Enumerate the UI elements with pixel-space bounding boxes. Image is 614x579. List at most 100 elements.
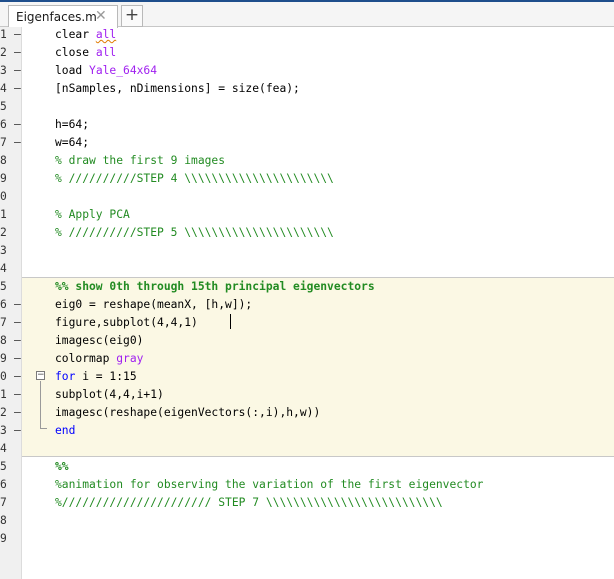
code-token: all [95, 28, 117, 41]
code-text: %% [55, 458, 69, 476]
code-line[interactable]: 4 [0, 440, 614, 458]
code-text: figure,subplot(4,4,1) [55, 314, 198, 332]
code-line[interactable]: 3– end [0, 422, 614, 440]
code-text: close all [55, 44, 116, 62]
fold-guide-line [40, 381, 41, 428]
code-line[interactable]: 7– figure,subplot(4,4,1) [0, 314, 614, 332]
line-number: 5 [0, 460, 7, 473]
line-number: 7 [0, 496, 7, 509]
code-text: end [55, 422, 75, 440]
fold-toggle-icon[interactable]: − [36, 371, 45, 380]
code-line[interactable]: 4 [0, 260, 614, 278]
code-text: clear all [55, 26, 116, 44]
text-cursor [230, 314, 231, 329]
breakpoint-marker[interactable]: – [14, 44, 22, 62]
line-number: 3 [0, 244, 7, 257]
code-line[interactable]: 1– subplot(4,4,i+1) [0, 386, 614, 404]
line-number: 0 [0, 370, 7, 383]
line-number: 3 [0, 424, 7, 437]
new-tab-button[interactable]: + [121, 5, 143, 27]
code-text: [nSamples, nDimensions] = size(fea); [55, 80, 300, 98]
code-text: %% show 0th through 15th principal eigen… [55, 278, 375, 296]
code-line[interactable]: 8– imagesc(eig0) [0, 332, 614, 350]
code-text: colormap gray [55, 350, 143, 368]
code-token: gray [116, 352, 144, 365]
code-token: i = 1:15 [75, 370, 137, 383]
code-line[interactable]: 5 %% show 0th through 15th principal eige… [0, 278, 614, 296]
code-token: load [55, 64, 90, 77]
code-text: % draw the first 9 images [55, 152, 225, 170]
code-line[interactable]: 7– w=64; [0, 134, 614, 152]
line-number: 4 [0, 82, 7, 95]
tab-eigenfaces[interactable]: Eigenfaces.m ✕ [8, 5, 118, 28]
line-number: 3 [0, 64, 7, 77]
code-text: h=64; [55, 116, 89, 134]
code-line[interactable]: 6 %animation for observing the variation … [0, 476, 614, 494]
line-number: 6 [0, 478, 7, 491]
line-number: 5 [0, 280, 7, 293]
breakpoint-marker[interactable]: – [14, 332, 22, 350]
code-token: [nSamples, nDimensions] = size(fea); [55, 82, 300, 95]
code-line[interactable]: 7 %////////////////////// STEP 7 \\\\\\\\… [0, 494, 614, 512]
breakpoint-marker[interactable]: – [14, 368, 22, 386]
code-token: for [55, 370, 76, 383]
line-number: 7 [0, 316, 7, 329]
code-line[interactable]: 9 [0, 530, 614, 548]
breakpoint-marker[interactable]: – [14, 296, 22, 314]
code-text: % //////////STEP 4 \\\\\\\\\\\\\\\\\\\\\… [55, 170, 334, 188]
code-token: all [95, 46, 117, 59]
line-number: 7 [0, 136, 7, 149]
code-line[interactable]: 9 % //////////STEP 4 \\\\\\\\\\\\\\\\\\\\… [0, 170, 614, 188]
code-token: %% [55, 460, 69, 473]
code-token: % //////////STEP 5 \\\\\\\\\\\\\\\\\\\\\… [55, 226, 334, 239]
code-token: imagesc(reshape(eigenVectors(:,i),h,w)) [55, 406, 321, 419]
code-line[interactable]: 6– eig0 = reshape(meanX, [h,w]); [0, 296, 614, 314]
line-number: 8 [0, 154, 7, 167]
breakpoint-marker[interactable]: – [14, 314, 22, 332]
code-line[interactable]: 9– colormap gray [0, 350, 614, 368]
line-number: 9 [0, 352, 7, 365]
breakpoint-marker[interactable]: – [14, 80, 22, 98]
code-line[interactable]: 1– clear all [0, 26, 614, 44]
code-line[interactable]: 2 % //////////STEP 5 \\\\\\\\\\\\\\\\\\\\… [0, 224, 614, 242]
code-line[interactable]: 8 [0, 512, 614, 530]
code-line[interactable]: 4– [nSamples, nDimensions] = size(fea); [0, 80, 614, 98]
breakpoint-marker[interactable]: – [14, 116, 22, 134]
line-number: 0 [0, 190, 7, 203]
code-text: eig0 = reshape(meanX, [h,w]); [55, 296, 252, 314]
code-token: figure,subplot(4,4,1) [55, 316, 198, 329]
close-tab-icon[interactable]: ✕ [95, 8, 107, 24]
line-number: 1 [0, 28, 7, 41]
breakpoint-marker[interactable]: – [14, 404, 22, 422]
code-line[interactable]: 3– load Yale_64x64 [0, 62, 614, 80]
code-line[interactable]: 3 [0, 242, 614, 260]
code-line[interactable]: 2– close all [0, 44, 614, 62]
breakpoint-marker[interactable]: – [14, 386, 22, 404]
code-text: % Apply PCA [55, 206, 130, 224]
breakpoint-marker[interactable]: – [14, 134, 22, 152]
code-line[interactable]: 0 [0, 188, 614, 206]
breakpoint-marker[interactable]: – [14, 422, 22, 440]
code-line[interactable]: 5%% [0, 458, 614, 476]
code-token: end [55, 424, 76, 437]
line-number: 4 [0, 262, 7, 275]
code-token: imagesc(eig0) [55, 334, 144, 347]
code-token: Yale_64x64 [89, 64, 158, 77]
breakpoint-marker[interactable]: – [14, 350, 22, 368]
code-line[interactable]: 2– imagesc(reshape(eigenVectors(:,i),h,w)… [0, 404, 614, 422]
breakpoint-marker[interactable]: – [14, 26, 22, 44]
line-number: 4 [0, 442, 7, 455]
code-text: load Yale_64x64 [55, 62, 157, 80]
code-line[interactable]: 8 % draw the first 9 images [0, 152, 614, 170]
code-token: %% show 0th through 15th principal eigen… [55, 280, 375, 293]
code-line[interactable]: 6– h=64; [0, 116, 614, 134]
breakpoint-marker[interactable]: – [14, 62, 22, 80]
code-line[interactable]: 1 % Apply PCA [0, 206, 614, 224]
code-token: eig0 = reshape(meanX, [h,w]); [55, 298, 253, 311]
line-number: 9 [0, 172, 7, 185]
code-token: %////////////////////// STEP 7 \\\\\\\\\… [55, 496, 443, 509]
code-line[interactable]: 0– for i = 1:15 [0, 368, 614, 386]
code-line[interactable]: 5 [0, 98, 614, 116]
code-token: % //////////STEP 4 \\\\\\\\\\\\\\\\\\\\\… [55, 172, 334, 185]
tab-label: Eigenfaces.m [16, 10, 97, 24]
